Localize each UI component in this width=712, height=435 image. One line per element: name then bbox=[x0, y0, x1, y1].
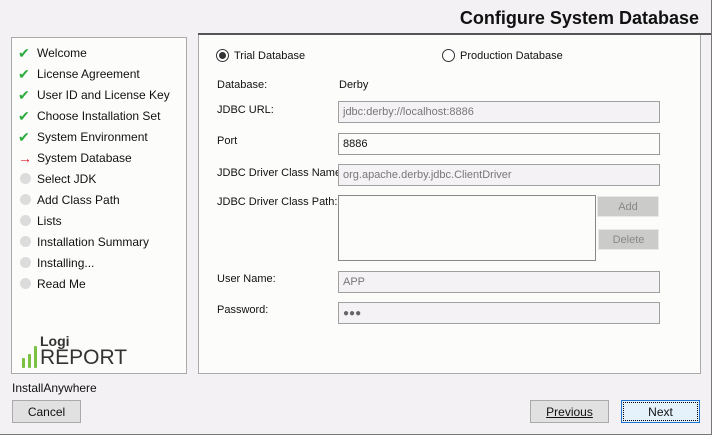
circle-icon bbox=[18, 234, 37, 250]
check-icon: ✔ bbox=[18, 44, 30, 61]
user-name-label: User Name: bbox=[217, 273, 276, 285]
database-value: Derby bbox=[339, 79, 369, 91]
logi-report-logo: Logi REPORT bbox=[22, 334, 127, 368]
step-item: Select JDK bbox=[18, 169, 96, 189]
step-item: ✔ Choose Installation Set bbox=[18, 106, 160, 126]
port-field[interactable]: 8886 bbox=[338, 133, 660, 155]
page-title: Configure System Database bbox=[459, 8, 699, 28]
port-label: Port bbox=[217, 135, 238, 147]
step-label: Add Class Path bbox=[37, 193, 120, 207]
database-label: Database: bbox=[217, 79, 268, 91]
step-label: License Agreement bbox=[37, 67, 140, 81]
logo-text-bottom: REPORT bbox=[40, 346, 128, 369]
step-label: System Database bbox=[37, 151, 132, 165]
step-label: Read Me bbox=[37, 277, 86, 291]
check-icon: ✔ bbox=[18, 128, 30, 145]
password-label: Password: bbox=[217, 304, 269, 316]
radio-unselected-icon bbox=[442, 49, 455, 62]
class-name-field[interactable]: org.apache.derby.jdbc.ClientDriver bbox=[338, 164, 660, 186]
password-field[interactable]: ●●● bbox=[338, 302, 660, 324]
step-label: Lists bbox=[37, 214, 62, 228]
step-label: Installation Summary bbox=[37, 235, 150, 249]
step-label: Choose Installation Set bbox=[37, 109, 161, 123]
jdbc-url-field[interactable]: jdbc:derby://localhost:8886 bbox=[338, 101, 660, 123]
step-label: User ID and License Key bbox=[37, 88, 170, 102]
step-item: ✔ System Environment bbox=[18, 127, 148, 147]
trial-database-radio[interactable]: Trial Database bbox=[216, 49, 305, 62]
class-path-label: JDBC Driver Class Path: bbox=[217, 196, 338, 208]
step-item: ✔ Welcome bbox=[18, 43, 87, 63]
production-database-radio[interactable]: Production Database bbox=[442, 49, 563, 62]
circle-icon bbox=[18, 255, 37, 271]
check-icon: ✔ bbox=[18, 86, 30, 103]
circle-icon bbox=[18, 276, 37, 292]
circle-icon bbox=[18, 192, 37, 208]
check-icon: ✔ bbox=[18, 107, 30, 124]
step-item: Installing... bbox=[18, 253, 94, 273]
step-item: Add Class Path bbox=[18, 190, 120, 210]
vendor-label: InstallAnywhere bbox=[12, 381, 97, 395]
step-label: Select JDK bbox=[37, 172, 97, 186]
radio-selected-icon bbox=[216, 49, 229, 62]
logo-bars-icon bbox=[22, 346, 37, 368]
step-label: Installing... bbox=[37, 256, 95, 270]
add-button[interactable]: Add bbox=[597, 196, 659, 217]
step-item: Lists bbox=[18, 211, 62, 231]
step-item: → System Database bbox=[18, 148, 132, 168]
trial-database-label: Trial Database bbox=[234, 49, 306, 62]
step-item: ✔ User ID and License Key bbox=[18, 85, 170, 105]
step-item: ✔ License Agreement bbox=[18, 64, 140, 84]
step-label: System Environment bbox=[37, 130, 148, 144]
class-path-list[interactable] bbox=[338, 195, 596, 261]
production-database-label: Production Database bbox=[460, 49, 563, 62]
next-button[interactable]: Next bbox=[621, 400, 700, 423]
steps-panel: ✔ Welcome ✔ License Agreement ✔ User ID and L… bbox=[11, 37, 187, 374]
user-name-field[interactable]: APP bbox=[338, 271, 660, 293]
previous-button[interactable]: Previous bbox=[530, 400, 609, 423]
delete-button[interactable]: Delete bbox=[598, 229, 659, 250]
jdbc-url-label: JDBC URL: bbox=[217, 104, 274, 116]
circle-icon bbox=[18, 171, 37, 187]
cancel-button[interactable]: Cancel bbox=[12, 400, 81, 423]
class-name-label: JDBC Driver Class Name: bbox=[217, 167, 345, 179]
step-item: Installation Summary bbox=[18, 232, 149, 252]
circle-icon bbox=[18, 213, 37, 229]
check-icon: ✔ bbox=[18, 65, 30, 82]
step-item: Read Me bbox=[18, 274, 86, 294]
arrow-right-icon: → bbox=[18, 150, 32, 166]
step-label: Welcome bbox=[37, 46, 87, 60]
